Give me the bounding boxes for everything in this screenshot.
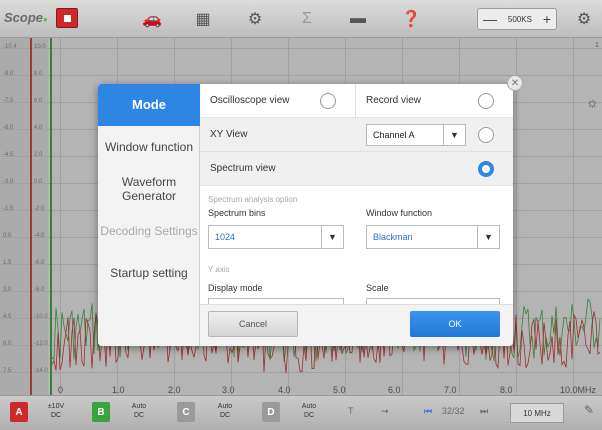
window-function-label: Window function [366, 208, 433, 218]
channel-a-settings[interactable]: ±10V DC [43, 402, 69, 420]
oscilloscope-view-radio[interactable] [320, 93, 336, 109]
spectrum-option-heading: Spectrum analysis option [208, 195, 298, 204]
last-page-icon[interactable]: ⏭ [480, 406, 488, 417]
xy-channel-select[interactable]: Channel A ▼ [366, 124, 466, 146]
folder-icon[interactable]: ▬ [344, 7, 372, 31]
nav-item-startup-setting[interactable]: Startup setting [98, 252, 200, 294]
chevron-down-icon: ▼ [321, 226, 343, 248]
channel-a-button[interactable]: A [10, 402, 28, 422]
sigma-icon[interactable]: Σ [293, 7, 321, 31]
dialog-footer: Cancel OK [200, 304, 513, 346]
y-axis-heading: Y axis [208, 265, 230, 274]
chevron-down-icon: ▼ [477, 226, 499, 248]
bandwidth-selector[interactable]: 10 MHz [510, 403, 564, 423]
stop-button[interactable] [56, 8, 78, 28]
view-row-1: Oscilloscope view Record view [200, 84, 513, 118]
spectrum-view-radio[interactable] [478, 161, 494, 177]
scale-label: Scale [366, 283, 389, 293]
xy-channel-value: Channel A [373, 130, 415, 140]
display-mode-label: Display mode [208, 283, 263, 293]
view-settings-dialog: Mode Window function Waveform Generator … [98, 84, 513, 346]
chevron-down-icon: ▼ [443, 125, 465, 145]
channel-b-settings[interactable]: Auto DC [126, 402, 152, 420]
ok-button[interactable]: OK [410, 311, 500, 337]
channel-b-button[interactable]: B [92, 402, 110, 422]
oscilloscope-view-label: Oscilloscope view [210, 95, 290, 106]
channel-d-settings[interactable]: Auto DC [296, 402, 322, 420]
save-icon[interactable]: ▦ [189, 7, 217, 31]
top-toolbar: Scope● 🚗 ▦ ⚙ Σ ▬ ❓ — 500KS + ⚙ [0, 0, 602, 38]
nav-item-waveform-generator[interactable]: Waveform Generator [98, 168, 200, 210]
xy-view-radio[interactable] [478, 127, 494, 143]
app-logo: Scope● [4, 10, 48, 25]
sample-rate-control[interactable]: — 500KS + [477, 8, 557, 30]
decrease-rate-button[interactable]: — [483, 11, 497, 27]
car-icon[interactable]: 🚗 [138, 7, 166, 31]
spectrum-bins-label: Spectrum bins [208, 208, 266, 218]
dialog-sidebar: Mode Window function Waveform Generator … [98, 84, 200, 346]
channel-bar: A ±10V DC B Auto DC C Auto DC D Auto DC T ⇝ … [0, 395, 602, 430]
pen-icon[interactable]: ✎ [584, 403, 594, 417]
page-counter: 32/32 [442, 406, 465, 416]
increase-rate-button[interactable]: + [543, 11, 551, 27]
channel-c-settings[interactable]: Auto DC [212, 402, 238, 420]
window-function-select[interactable]: Blackman ▼ [366, 225, 500, 249]
spectrum-bins-value: 1024 [215, 232, 236, 242]
nav-item-mode[interactable]: Mode [98, 84, 200, 126]
channel-c-button[interactable]: C [177, 402, 195, 422]
trigger-icon[interactable]: T [348, 406, 354, 416]
record-view-label: Record view [366, 95, 422, 106]
nav-item-window-function[interactable]: Window function [98, 126, 200, 168]
spectrum-view-label: Spectrum view [210, 163, 276, 174]
nav-item-decoding-settings: Decoding Settings [100, 224, 198, 238]
xy-view-row: XY View Channel A ▼ [200, 118, 513, 152]
gear-icon[interactable]: ⚙ [241, 7, 269, 31]
window-function-value: Blackman [373, 232, 413, 242]
settings-gear-icon[interactable]: ⚙ [570, 7, 598, 31]
xy-view-label: XY View [210, 129, 248, 140]
cancel-button[interactable]: Cancel [208, 311, 298, 337]
help-icon[interactable]: ❓ [397, 7, 425, 31]
channel-d-button[interactable]: D [262, 402, 280, 422]
spectrum-view-row: Spectrum view [200, 152, 513, 186]
first-page-icon[interactable]: ⏮ [424, 406, 432, 417]
spectrum-bins-select[interactable]: 1024 ▼ [208, 225, 344, 249]
close-icon[interactable]: ✕ [507, 75, 523, 91]
record-view-radio[interactable] [478, 93, 494, 109]
edge-icon[interactable]: ⇝ [381, 406, 389, 417]
sample-rate-value: 500KS [507, 14, 532, 24]
dialog-content: Oscilloscope view Record view XY View Ch… [200, 84, 513, 304]
